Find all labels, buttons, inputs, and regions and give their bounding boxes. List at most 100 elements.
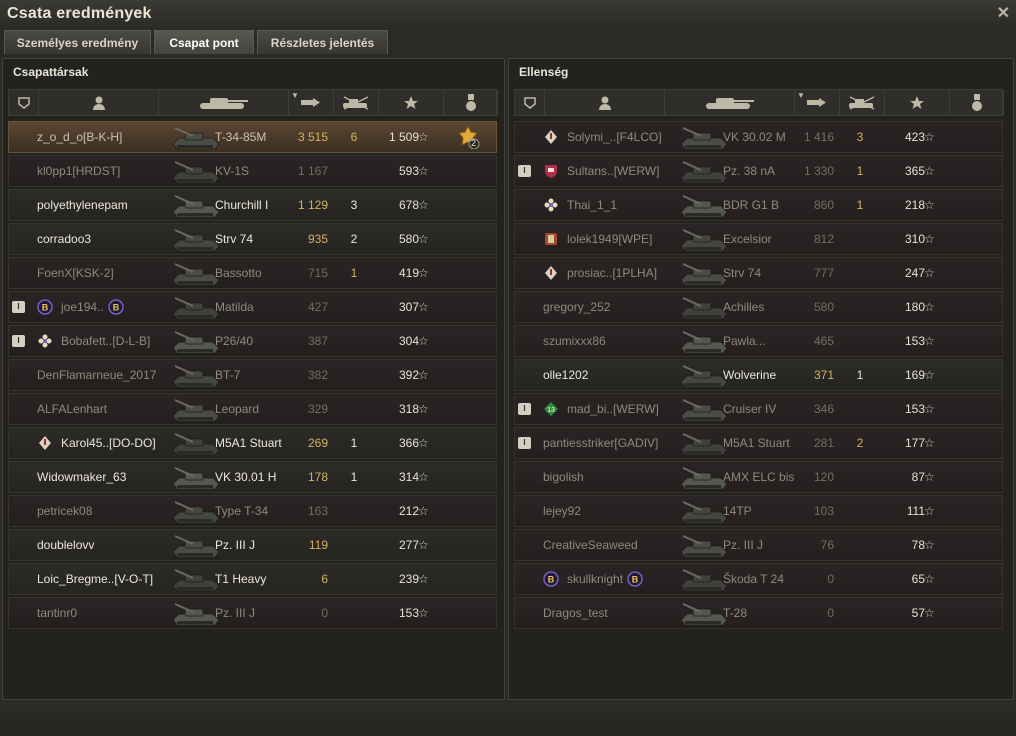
rank-badge-icon (543, 163, 559, 179)
close-icon[interactable]: ✕ (997, 3, 1010, 23)
damage-value: 120 (813, 470, 834, 484)
enemy-player-row[interactable]: olle1202 Wolverine 371 1 169 ☆ (514, 359, 1003, 391)
tank-name: Churchill I (215, 198, 269, 212)
tab-team-score[interactable]: Csapat pont (154, 30, 254, 54)
xp-star-icon: ☆ (418, 130, 429, 144)
enemy-player-row[interactable]: Bskullknight B Škoda T 24 0 65 ☆ (514, 563, 1003, 595)
header-kills-icon[interactable] (334, 90, 379, 115)
xp-star-icon: ☆ (418, 266, 429, 280)
xp-value: 1 509 (388, 130, 419, 144)
ally-player-row[interactable]: Karol45..[DO-DO] M5A1 Stuart 269 1 366 ☆ (8, 427, 497, 459)
xp-star-icon: ☆ (418, 164, 429, 178)
ally-player-row[interactable]: petricek08 Type T-34 163 212 ☆ (8, 495, 497, 527)
enemy-player-row[interactable]: Thai_1_1 BDR G1 B 860 1 218 ☆ (514, 189, 1003, 221)
medal-icon (971, 93, 982, 111)
enemy-player-row[interactable]: Solymi_..[F4LCO] VK 30.02 M 1 416 3 423 ☆ (514, 121, 1003, 153)
enemy-player-row[interactable]: CreativeSeaweed Pz. III J 76 78 ☆ (514, 529, 1003, 561)
xp-star-icon: ☆ (418, 436, 429, 450)
player-icon (598, 96, 611, 110)
damage-value: 269 (307, 436, 328, 450)
tank-name: VK 30.01 H (215, 470, 277, 484)
header-player-icon[interactable] (39, 90, 159, 115)
damage-value: 329 (307, 402, 328, 416)
player-name: Karol45..[DO-DO] (61, 436, 156, 450)
rank-badge-icon: B (37, 299, 53, 315)
ally-player-row[interactable]: Widowmaker_63 VK 30.01 H 178 1 314 ☆ (8, 461, 497, 493)
xp-star-icon: ☆ (924, 538, 935, 552)
tank-icon (199, 97, 248, 109)
header-kills-icon[interactable] (840, 90, 885, 115)
tab-personal-result[interactable]: Személyes eredmény (4, 30, 151, 54)
ally-player-row[interactable]: FoenX[KSK-2] Bassotto 715 1 419 ☆ (8, 257, 497, 289)
enemy-player-row[interactable]: I Sultans..[WERW] Pz. 38 nA 1 330 1 365 ☆ (514, 155, 1003, 187)
enemy-player-row[interactable]: Dragos_test T-28 0 57 ☆ (514, 597, 1003, 629)
damage-value: 427 (307, 300, 328, 314)
header-player-icon[interactable] (545, 90, 665, 115)
tab-detailed-report[interactable]: Részletes jelentés (257, 30, 388, 54)
ally-player-row[interactable]: z_o_d_o[B-K-H] T-34-85M 3 515 6 1 509 ☆ 2 (8, 121, 497, 153)
ally-player-row[interactable]: polyethylenepam Churchill I 1 129 3 678 ☆ (8, 189, 497, 221)
enemy-player-row[interactable]: szumixxx86 Pawla... 465 153 ☆ (514, 325, 1003, 357)
player-name: gregory_252 (543, 300, 611, 314)
player-name: DenFlamarneue_2017 (37, 368, 157, 382)
damage-value: 935 (307, 232, 328, 246)
header-medal-icon[interactable] (444, 90, 498, 115)
xp-value: 277 (398, 538, 419, 552)
ally-player-row[interactable]: tantinr0 Pz. III J 0 153 ☆ (8, 597, 497, 629)
xp-star-icon: ☆ (924, 368, 935, 382)
platoon-icon: I (12, 301, 25, 313)
tank-name: T-34-85M (215, 130, 267, 144)
ally-player-row[interactable]: I Bjoe194.. B Matilda 427 307 ☆ (8, 291, 497, 323)
header-tank-icon[interactable] (159, 90, 289, 115)
damage-value: 387 (307, 334, 328, 348)
header-xp-star-icon[interactable] (379, 90, 444, 115)
ally-player-row[interactable]: DenFlamarneue_2017 BT-7 382 392 ☆ (8, 359, 497, 391)
ally-player-row[interactable]: corradoo3 Strv 74 935 2 580 ☆ (8, 223, 497, 255)
enemy-player-row[interactable]: lejey92 14TP 103 111 ☆ (514, 495, 1003, 527)
xp-star-icon: ☆ (924, 470, 935, 484)
enemy-player-row[interactable]: I 13 mad_bi..[WERW] Cruiser IV 346 153 ☆ (514, 393, 1003, 425)
ally-player-row[interactable]: doublelovv Pz. III J 119 277 ☆ (8, 529, 497, 561)
kills-icon (849, 95, 875, 110)
player-name: corradoo3 (37, 232, 92, 246)
enemies-header: ▼ (514, 89, 1004, 116)
enemy-player-row[interactable]: lolek1949[WPE] Excelsior 812 310 ☆ (514, 223, 1003, 255)
header-damage-icon[interactable]: ▼ (289, 90, 334, 115)
header-medal-icon[interactable] (950, 90, 1004, 115)
header-damage-icon[interactable]: ▼ (795, 90, 840, 115)
tank-name: Cruiser IV (723, 402, 777, 416)
tank-name: Wolverine (723, 368, 777, 382)
rank-badge-icon (543, 265, 559, 281)
tank-name: Achilles (723, 300, 765, 314)
ally-player-row[interactable]: Loic_Bregme..[V-O-T] T1 Heavy 6 239 ☆ (8, 563, 497, 595)
xp-star-icon: ☆ (418, 334, 429, 348)
tank-name: Strv 74 (723, 266, 762, 280)
xp-value: 318 (398, 402, 419, 416)
player-name: CreativeSeaweed (543, 538, 638, 552)
bottom-bar (0, 702, 1016, 736)
xp-star-icon: ☆ (924, 266, 935, 280)
header-tank-icon[interactable] (665, 90, 795, 115)
xp-value: 314 (398, 470, 419, 484)
damage-value: 178 (307, 470, 328, 484)
player-name: joe194.. (61, 300, 104, 314)
rank-badge-icon: B (543, 571, 559, 587)
ally-player-row[interactable]: I Bobafett..[D-L-B] P26/40 387 304 ☆ (8, 325, 497, 357)
tank-name: Pz. III J (215, 538, 256, 552)
tank-name: BT-7 (215, 368, 241, 382)
enemy-player-row[interactable]: prosiac..[1PLHA] Strv 74 777 247 ☆ (514, 257, 1003, 289)
tank-name: 14TP (723, 504, 752, 518)
ally-player-row[interactable]: ALFALenhart Leopard 329 318 ☆ (8, 393, 497, 425)
xp-star-icon: ☆ (924, 232, 935, 246)
ally-player-row[interactable]: kl0pp1[HRDST] KV-1S 1 167 593 ☆ (8, 155, 497, 187)
xp-star-icon: ☆ (418, 470, 429, 484)
enemy-player-row[interactable]: Ipantiesstriker[GADIV] M5A1 Stuart 281 2 177… (514, 427, 1003, 459)
medal-icon[interactable]: 2 (456, 124, 480, 150)
header-platoon-icon[interactable] (9, 90, 39, 115)
xp-value: 87 (911, 470, 925, 484)
xp-star-icon: ☆ (924, 164, 935, 178)
enemy-player-row[interactable]: gregory_252 Achilles 580 180 ☆ (514, 291, 1003, 323)
header-platoon-icon[interactable] (515, 90, 545, 115)
header-xp-star-icon[interactable] (885, 90, 950, 115)
enemy-player-row[interactable]: bigolish AMX ELC bis 120 87 ☆ (514, 461, 1003, 493)
